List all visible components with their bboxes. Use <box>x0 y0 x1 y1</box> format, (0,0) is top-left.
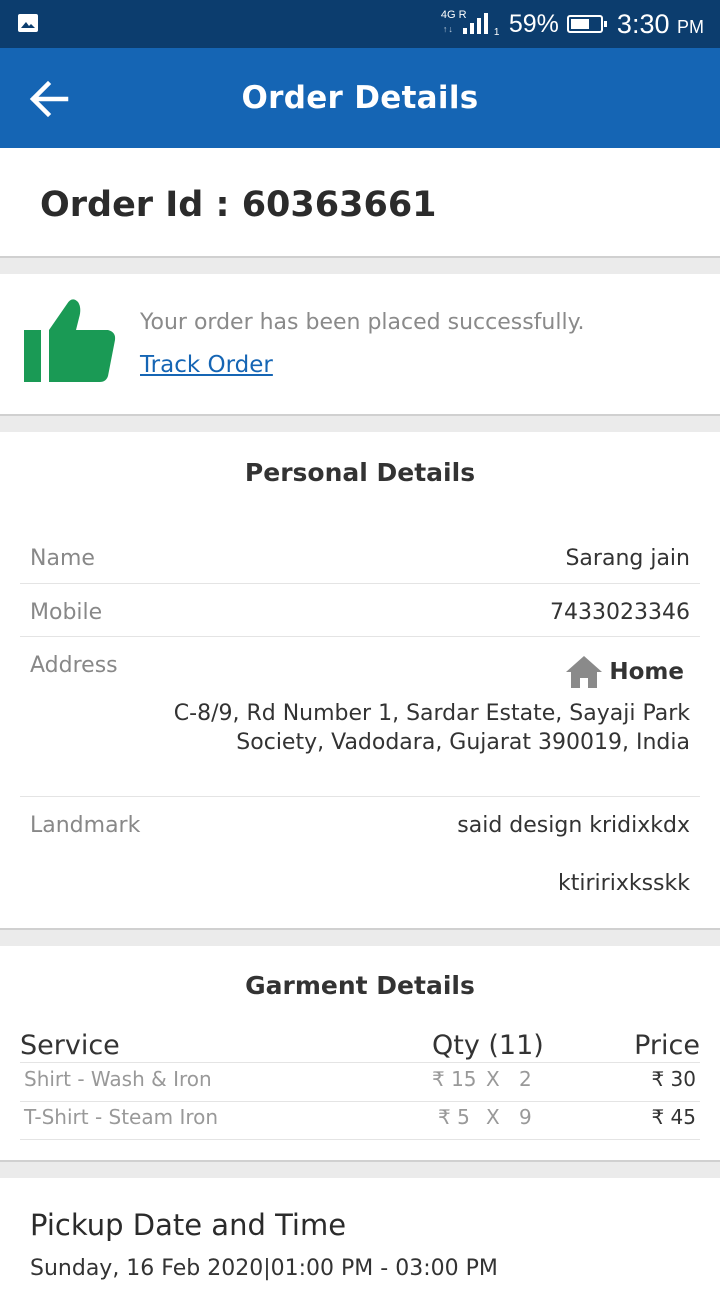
unit-price: ₹ 5 <box>438 1105 470 1129</box>
landmark-label: Landmark <box>30 813 141 838</box>
times-sign: X <box>486 1067 500 1091</box>
line-price: ₹ 30 <box>651 1067 696 1091</box>
garment-table-header: Service Qty (11) Price <box>20 1026 700 1063</box>
battery-icon <box>566 15 607 33</box>
app-bar: Order Details <box>0 48 720 148</box>
clock-time: 3:30 <box>616 8 670 39</box>
service-name: Shirt - Wash & Iron <box>24 1067 212 1091</box>
home-icon <box>566 656 603 688</box>
order-id: Order Id : 60363661 <box>40 185 437 225</box>
service-header: Service <box>20 1030 120 1061</box>
network-indicator: 4G R ↑↓ 1 <box>441 9 501 39</box>
address-row: Address Home C-8/9, Rd Number 1, Sardar … <box>20 637 700 797</box>
table-row: Shirt - Wash & Iron ₹ 15 X 2 ₹ 30 <box>20 1063 700 1102</box>
landmark-row: Landmark said design kridixkdx ktiririxk… <box>20 797 700 928</box>
address-label: Address <box>30 653 118 678</box>
order-status-card: Your order has been placed successfully.… <box>0 274 720 416</box>
battery-percent: 59% <box>508 9 559 38</box>
price-header: Price <box>634 1030 700 1061</box>
name-value: Sarang jain <box>565 546 690 571</box>
mobile-row: Mobile 7433023346 <box>20 584 700 637</box>
line-price: ₹ 45 <box>651 1105 696 1129</box>
gallery-icon <box>18 14 38 32</box>
data-arrows-icon: ↑↓ <box>442 24 454 34</box>
clock: 3:30 PM <box>617 9 704 40</box>
signal-icon <box>462 13 488 34</box>
quantity: 9 <box>519 1105 532 1129</box>
name-row: Name Sarang jain <box>20 530 700 584</box>
mobile-value: 7433023346 <box>550 600 690 625</box>
service-name: T-Shirt - Steam Iron <box>24 1105 219 1129</box>
table-row: T-Shirt - Steam Iron ₹ 5 X 9 ₹ 45 <box>20 1101 700 1140</box>
personal-details-card: Personal Details Name Sarang jain Mobile… <box>0 432 720 930</box>
pickup-card: Pickup Date and Time Sunday, 16 Feb 2020… <box>0 1178 720 1298</box>
pickup-datetime: Sunday, 16 Feb 2020|01:00 PM - 03:00 PM <box>30 1256 498 1281</box>
track-order-link[interactable]: Track Order <box>140 352 273 378</box>
name-label: Name <box>30 546 95 571</box>
garment-details-card: Garment Details Service Qty (11) Price S… <box>0 946 720 1162</box>
status-bar: 4G R ↑↓ 1 59% 3:30 PM <box>0 0 720 48</box>
address-value: C-8/9, Rd Number 1, Sardar Estate, Sayaj… <box>173 701 690 755</box>
garment-details-title: Garment Details <box>245 971 475 1000</box>
sim-slot: 1 <box>493 27 500 38</box>
clock-ampm: PM <box>677 16 704 37</box>
mobile-label: Mobile <box>30 600 103 625</box>
landmark-value: said design kridixkdx ktiririxksskk <box>457 813 690 896</box>
qty-header: Qty (11) <box>432 1030 544 1061</box>
thumbs-up-icon <box>24 299 116 382</box>
address-type: Home <box>565 655 684 689</box>
personal-details-title: Personal Details <box>244 458 476 487</box>
order-id-card: Order Id : 60363661 <box>0 148 720 258</box>
pickup-title: Pickup Date and Time <box>30 1208 347 1242</box>
address-type-label: Home <box>609 659 684 685</box>
quantity: 2 <box>519 1067 532 1091</box>
order-status-message: Your order has been placed successfully. <box>140 310 585 335</box>
times-sign: X <box>486 1105 500 1129</box>
page-title: Order Details <box>241 80 479 116</box>
unit-price: ₹ 15 <box>432 1067 477 1091</box>
